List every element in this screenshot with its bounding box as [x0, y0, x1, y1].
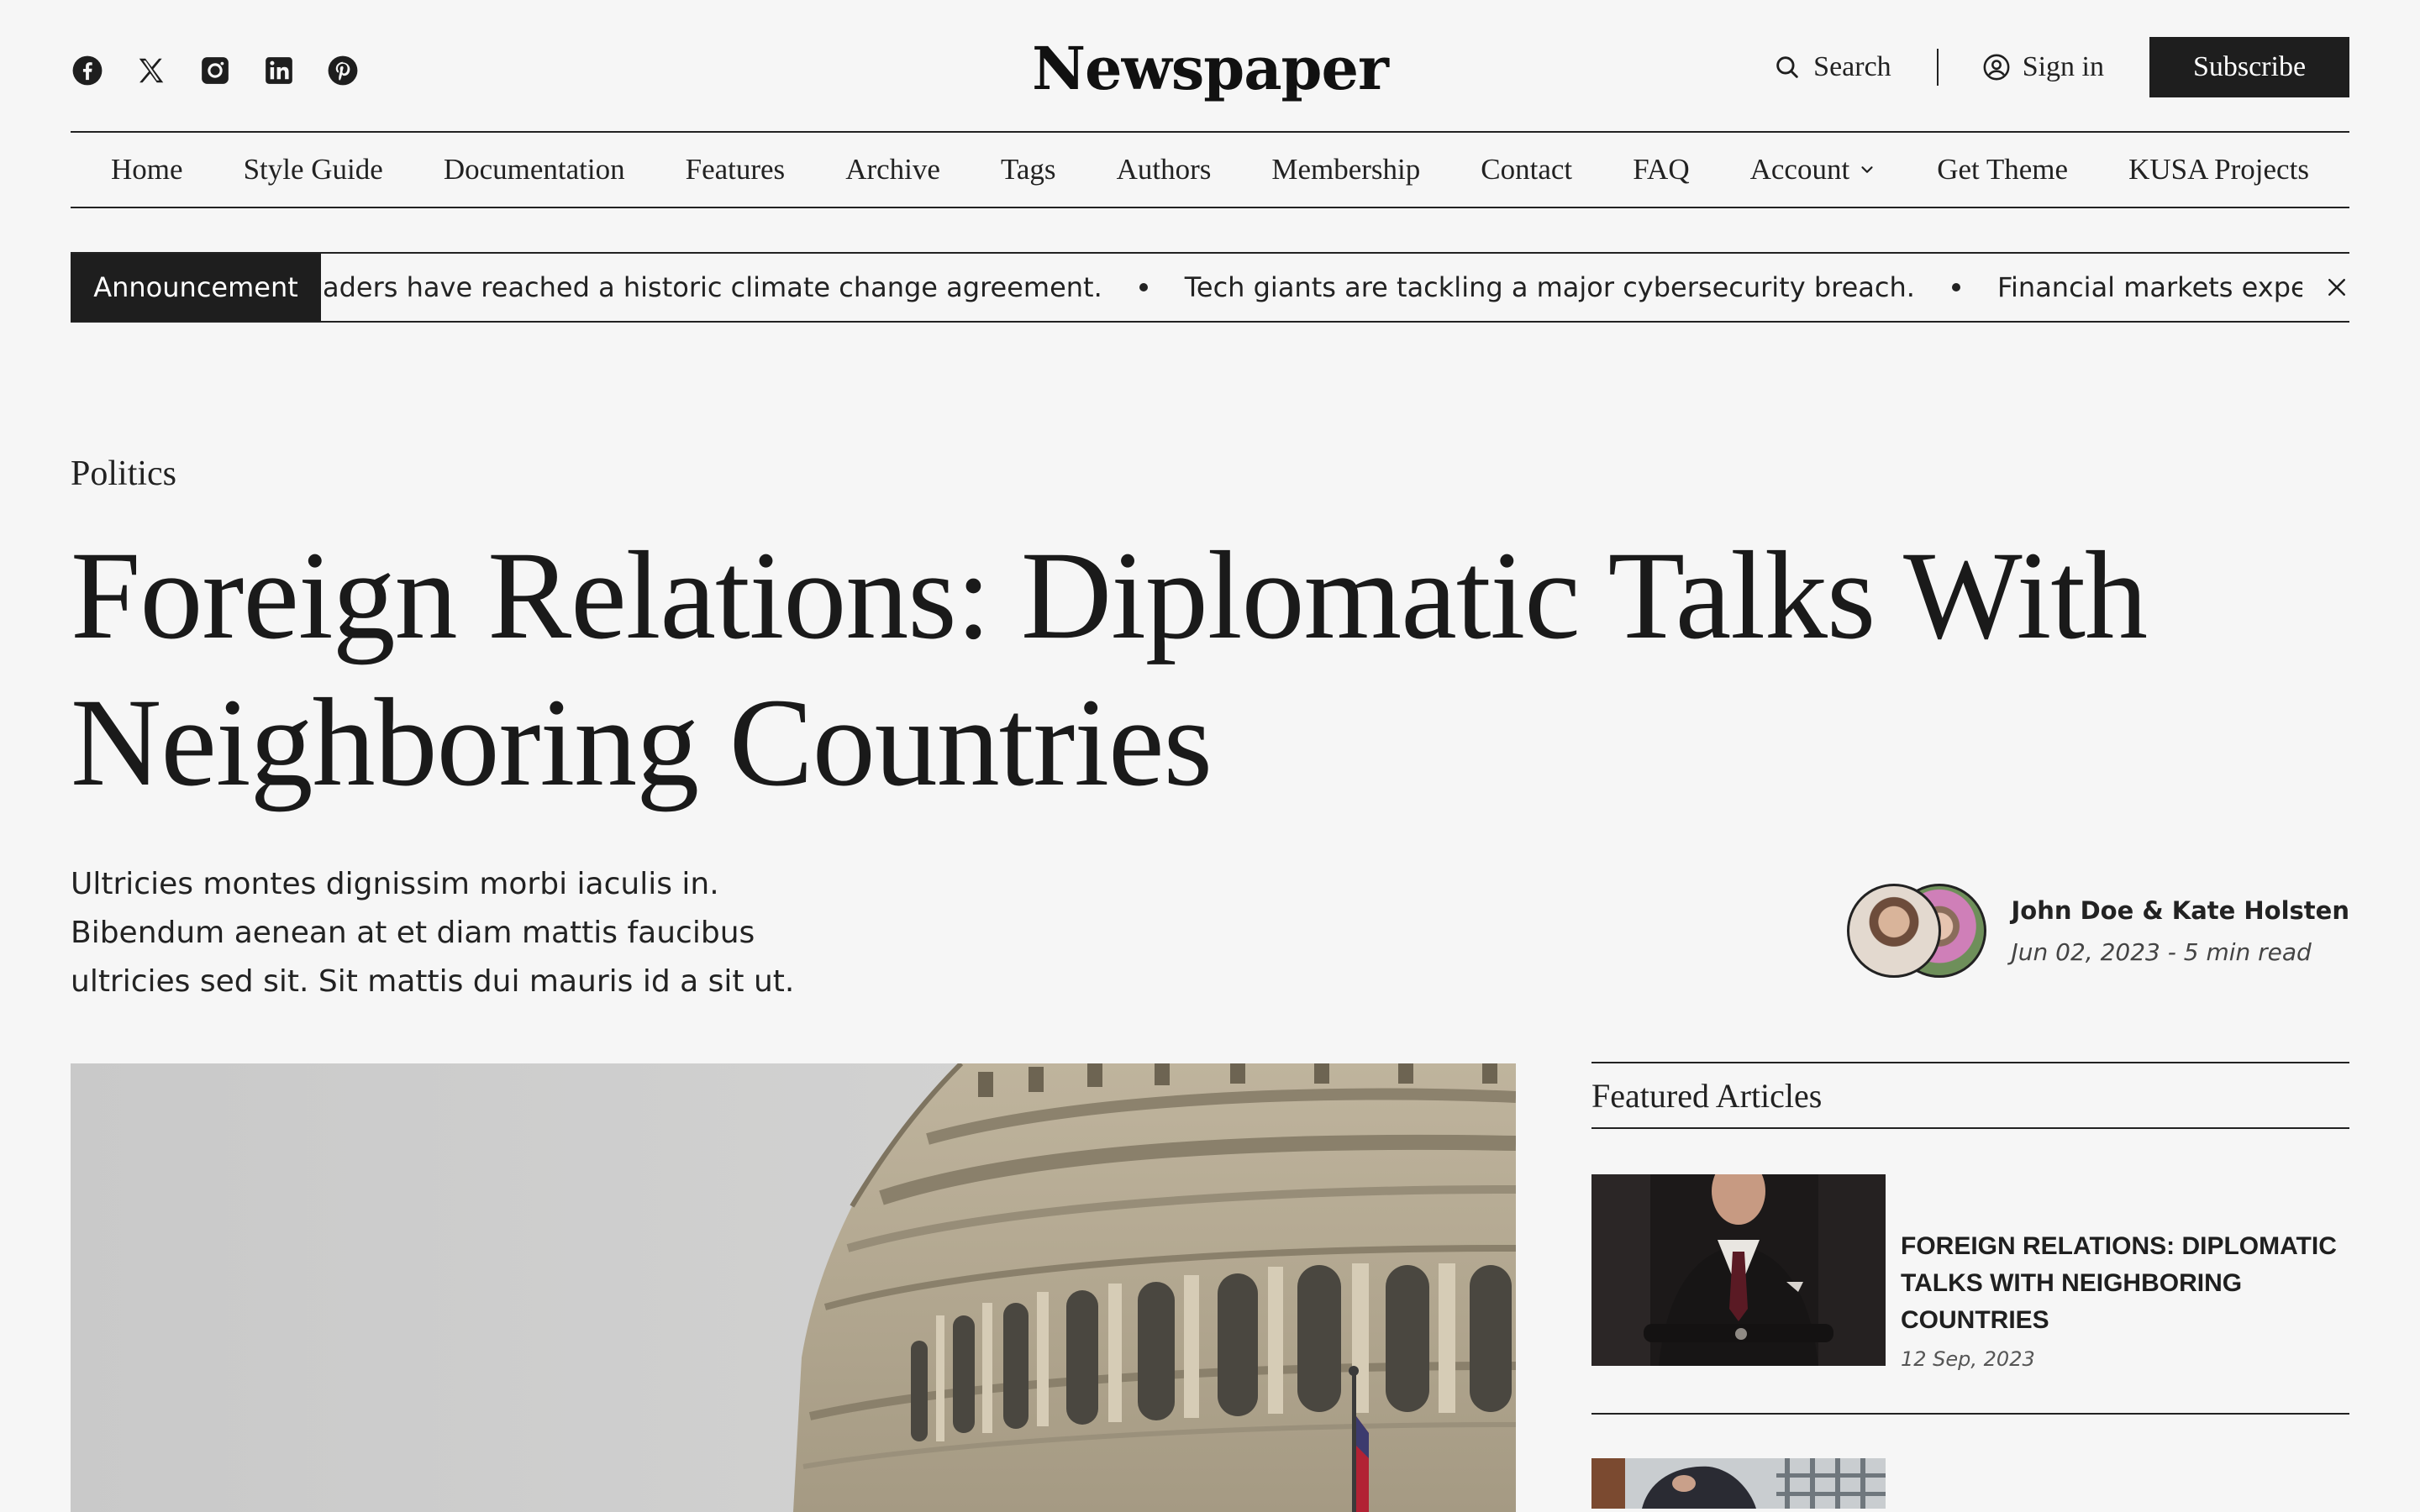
subscribe-button[interactable]: Subscribe	[2149, 37, 2349, 97]
article-category[interactable]: Politics	[71, 454, 176, 494]
nav-item-tags[interactable]: Tags	[1001, 153, 1056, 186]
user-icon	[1983, 54, 2010, 81]
article-byline: John Doe & Kate Holsten Jun 02, 2023 - 5…	[1846, 884, 2350, 978]
featured-article[interactable]: FOREIGN RELATIONS: DIPLOMATIC TALKS WITH…	[1591, 1174, 2349, 1415]
search-label: Search	[1813, 51, 1891, 82]
hero-image	[71, 1063, 1516, 1512]
article-authors[interactable]: John Doe & Kate Holsten	[2012, 896, 2350, 925]
bullet-icon	[1139, 283, 1148, 291]
featured-article-image[interactable]	[1591, 1458, 1886, 1509]
nav-item-documentation[interactable]: Documentation	[444, 153, 625, 186]
announcement-label: Announcement	[71, 254, 321, 321]
instagram-icon[interactable]	[198, 54, 232, 87]
article-title: Foreign Relations: Diplomatic Talks With…	[71, 526, 2148, 812]
nav-item-membership[interactable]: Membership	[1271, 153, 1420, 186]
nav-item-archive[interactable]: Archive	[845, 153, 940, 186]
featured-article-title[interactable]: FOREIGN RELATIONS: DIPLOMATIC TALKS WITH…	[1901, 1228, 2349, 1339]
facebook-icon[interactable]	[71, 54, 104, 87]
pinterest-icon[interactable]	[326, 54, 360, 87]
nav-item-kusa-projects[interactable]: KUSA Projects	[2128, 153, 2309, 186]
social-links	[71, 54, 360, 87]
signin-button[interactable]: Sign in	[1982, 51, 2104, 83]
announcement-item[interactable]: Tech giants are tackling a major cyberse…	[1185, 271, 1915, 303]
close-icon	[2328, 279, 2345, 296]
article-excerpt: Ultricies montes dignissim morbi iaculis…	[71, 867, 795, 999]
announcement-ticker: aders have reached a historic climate ch…	[321, 254, 2302, 321]
featured-article-image[interactable]	[1591, 1174, 1886, 1366]
nav-item-contact[interactable]: Contact	[1481, 153, 1572, 186]
announcement-close-button[interactable]	[2302, 254, 2349, 321]
nav-item-account-label: Account	[1749, 153, 1850, 186]
header-divider	[1936, 49, 1939, 86]
main-nav: Home Style Guide Documentation Features …	[71, 131, 2349, 208]
nav-item-style-guide[interactable]: Style Guide	[244, 153, 383, 186]
featured-title: Featured Articles	[1591, 1062, 2349, 1129]
linkedin-icon[interactable]	[262, 54, 296, 87]
nav-item-home[interactable]: Home	[111, 153, 183, 186]
signin-label: Sign in	[2022, 51, 2104, 82]
search-icon	[1776, 56, 1798, 78]
chevron-down-icon	[1861, 166, 1873, 173]
nav-item-features[interactable]: Features	[686, 153, 786, 186]
site-logo[interactable]: Newspaper	[1032, 34, 1389, 103]
nav-item-account[interactable]: Account	[1750, 153, 1877, 186]
announcement-item[interactable]: Financial markets experience high v	[1997, 271, 2302, 303]
featured-article-date: 12 Sep, 2023	[1901, 1347, 2035, 1371]
header-actions: Search Sign in Subscribe	[1773, 37, 2349, 97]
announcement-item[interactable]: aders have reached a historic climate ch…	[323, 271, 1102, 303]
avatar[interactable]	[1846, 884, 1941, 978]
site-header: Newspaper Search Sign in Subscribe	[71, 34, 2349, 133]
nav-item-faq[interactable]: FAQ	[1633, 153, 1689, 186]
x-icon[interactable]	[134, 54, 168, 87]
author-avatars	[1846, 884, 1986, 978]
bullet-icon	[1951, 283, 1960, 291]
article-meta: Jun 02, 2023 - 5 min read	[2011, 937, 2312, 966]
featured-sidebar: Featured Articles FOREIGN RELATIONS: DIP…	[1591, 1062, 2349, 1509]
search-button[interactable]: Search	[1773, 51, 1891, 83]
nav-item-authors[interactable]: Authors	[1117, 153, 1212, 186]
nav-item-get-theme[interactable]: Get Theme	[1937, 153, 2068, 186]
announcement-bar: Announcement aders have reached a histor…	[71, 252, 2349, 323]
